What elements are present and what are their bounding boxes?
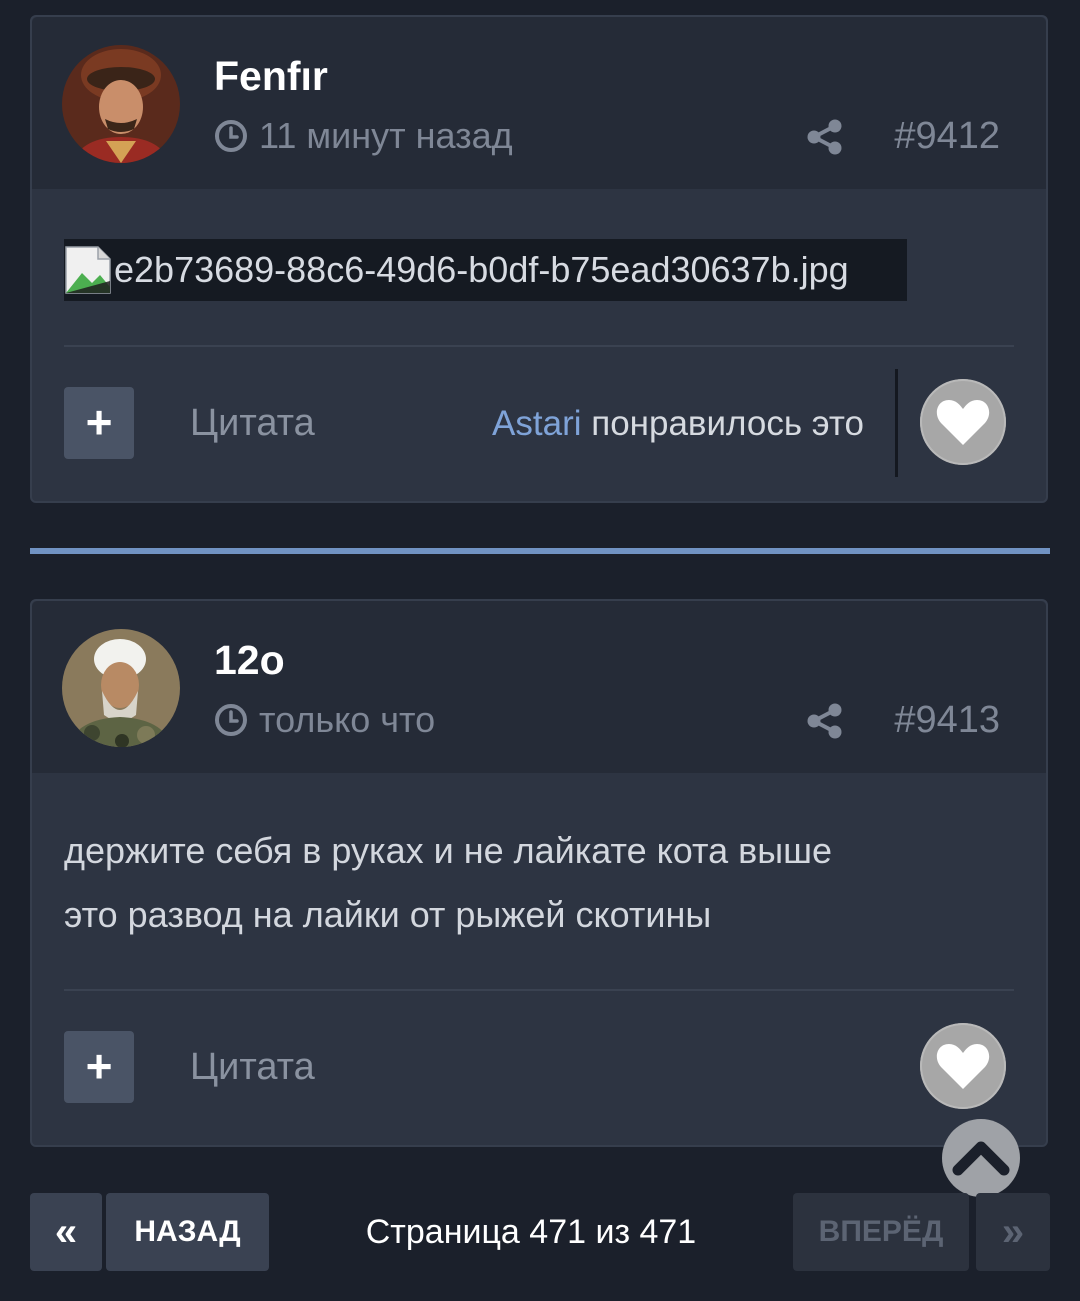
post-text: держите себя в руках и не лайкате кота в… [64, 830, 833, 935]
image-filename: e2b73689-88c6-49d6-b0df-b75ead30637b.jpg [114, 249, 849, 290]
share-icon[interactable] [805, 117, 845, 157]
multiquote-add-button[interactable]: + [64, 387, 134, 459]
prev-page-button[interactable]: НАЗАД [106, 1193, 269, 1271]
post-divider [64, 345, 1014, 347]
post-time[interactable]: только что [214, 699, 435, 741]
broken-image[interactable]: e2b73689-88c6-49d6-b0df-b75ead30637b.jpg [64, 239, 907, 301]
author-avatar[interactable] [62, 45, 180, 163]
time-text: только что [259, 699, 436, 740]
post-number[interactable]: #9413 [894, 699, 1000, 742]
section-separator [30, 548, 1050, 554]
first-page-button[interactable]: « [30, 1193, 102, 1271]
heart-icon [936, 400, 990, 445]
last-page-button[interactable]: » [976, 1193, 1050, 1271]
quote-button[interactable]: Цитата [190, 402, 315, 445]
author-name[interactable]: Fenfır [214, 53, 328, 100]
like-button[interactable] [920, 379, 1006, 465]
liker-link[interactable]: Astari [492, 404, 581, 443]
heart-icon [936, 1044, 990, 1089]
post-time[interactable]: 11 минут назад [214, 115, 513, 157]
next-page-button[interactable]: ВПЕРЁД [793, 1193, 969, 1271]
post-number[interactable]: #9412 [894, 115, 1000, 158]
post-footer: + Цитата [64, 1013, 1014, 1123]
scroll-to-top-button[interactable] [942, 1119, 1020, 1197]
post-divider [64, 989, 1014, 991]
broken-image-icon [65, 246, 111, 294]
likes-separator [895, 369, 898, 477]
post-header: Fenfır 11 минут назад #9412 [32, 17, 1046, 189]
time-text: 11 минут назад [259, 115, 513, 156]
post-header: 12о только что #9413 [32, 601, 1046, 773]
like-button[interactable] [920, 1023, 1006, 1109]
likes-summary: Astari понравилось это [492, 404, 864, 444]
clock-icon [215, 704, 247, 736]
likes-suffix: понравилось это [581, 404, 864, 443]
clock-icon [215, 120, 247, 152]
quote-button[interactable]: Цитата [190, 1046, 315, 1089]
multiquote-add-button[interactable]: + [64, 1031, 134, 1103]
author-name[interactable]: 12о [214, 637, 285, 684]
post-9412: Fenfır 11 минут назад #9412 e2b73689-88c… [30, 15, 1048, 503]
page-indicator: Страница 471 из 471 [365, 1213, 697, 1251]
post-9413: 12о только что #9413 держите себя в рука… [30, 599, 1048, 1147]
author-avatar[interactable] [62, 629, 180, 747]
share-icon[interactable] [805, 701, 845, 741]
chevron-up-icon [952, 1141, 1010, 1176]
post-footer: + Цитата Astari понравилось это [64, 369, 1014, 479]
